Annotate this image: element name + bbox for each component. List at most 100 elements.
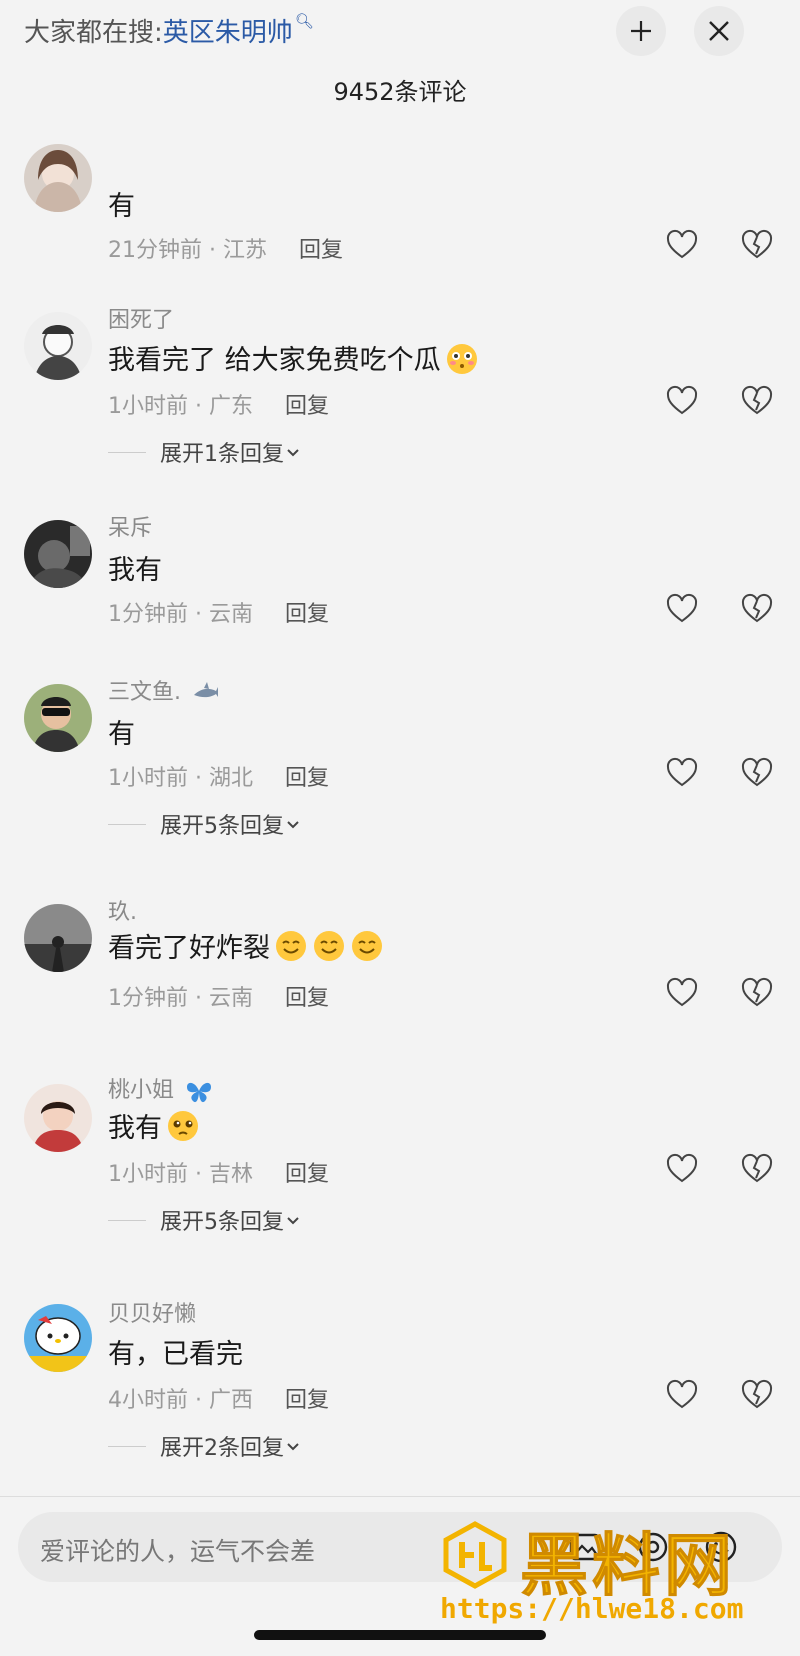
comment-item: 有 21分钟前 · 江苏 回复: [0, 140, 800, 270]
comment-text: 看完了好炸裂: [108, 926, 384, 965]
like-icon[interactable]: [665, 1152, 699, 1186]
smile-emoji-icon: [314, 930, 344, 961]
comment-time-location: 1小时前 · 湖北: [108, 766, 253, 791]
dislike-icon[interactable]: [740, 592, 774, 626]
like-icon[interactable]: [665, 228, 699, 262]
comment-time-location: 1分钟前 · 云南: [108, 602, 253, 627]
dislike-icon[interactable]: [740, 384, 774, 418]
flushed-emoji-icon: [446, 343, 477, 374]
comment-meta: 1分钟前 · 云南 回复: [108, 980, 329, 1012]
comment-time-location: 1分钟前 · 云南: [108, 986, 253, 1011]
username[interactable]: 三文鱼.: [108, 674, 220, 707]
comment-text-content: 看完了好炸裂: [108, 933, 270, 964]
expand-replies-label: 展开5条回复: [160, 814, 284, 839]
expand-replies-button[interactable]: 展开5条回复: [108, 808, 302, 840]
like-icon[interactable]: [665, 756, 699, 790]
comment-item: 桃小姐 我有 1小时前 · 吉林 回复 展开5条回复: [0, 1078, 800, 1284]
comment-text: 有: [108, 191, 135, 222]
avatar[interactable]: [24, 904, 92, 972]
smile-emoji-icon: [276, 930, 306, 961]
collapse-button[interactable]: [616, 6, 666, 56]
comment-meta: 1小时前 · 湖北 回复: [108, 760, 329, 792]
username[interactable]: 桃小姐: [108, 1072, 213, 1105]
watermark-logo-icon: [443, 1521, 507, 1589]
username-label: 三文鱼.: [108, 680, 181, 705]
expand-replies-button[interactable]: 展开5条回复: [108, 1204, 302, 1236]
trending-search-hint[interactable]: 大家都在搜:英区朱明帅 🔍︎: [24, 12, 314, 49]
comment-item: 困死了 我看完了 给大家免费吃个瓜 1小时前 · 广东 回复 展开1条回复: [0, 300, 800, 500]
chevron-down-icon: [287, 821, 299, 829]
reply-button[interactable]: 回复: [285, 766, 329, 791]
comment-meta: 1分钟前 · 云南 回复: [108, 596, 329, 628]
comment-item: 三文鱼. 有 1小时前 · 湖北 回复 展开5条回复: [0, 672, 800, 872]
expand-replies-label: 展开2条回复: [160, 1436, 284, 1461]
avatar[interactable]: [24, 144, 92, 212]
username[interactable]: 呆斥: [108, 510, 152, 542]
reply-button[interactable]: 回复: [285, 1388, 329, 1413]
trending-search-term[interactable]: 英区朱明帅: [163, 18, 293, 48]
expand-replies-label: 展开5条回复: [160, 1210, 284, 1235]
trending-search-prefix: 大家都在搜:: [24, 18, 163, 48]
username[interactable]: 困死了: [108, 302, 174, 334]
comment-meta: 1小时前 · 吉林 回复: [108, 1156, 329, 1188]
comment-time-location: 21分钟前 · 江苏: [108, 238, 267, 263]
comment-item: 贝贝好懒 有，已看完 4小时前 · 广西 回复 展开2条回复: [0, 1302, 800, 1490]
reply-button[interactable]: 回复: [285, 986, 329, 1011]
dislike-icon[interactable]: [740, 228, 774, 262]
shark-emoji-icon: [194, 682, 218, 698]
comment-time-location: 1小时前 · 吉林: [108, 1162, 253, 1187]
divider-line: [108, 451, 146, 453]
divider-line: [108, 823, 146, 825]
comment-item: 呆斥 我有 1分钟前 · 云南 回复: [0, 508, 800, 648]
username[interactable]: 玖.: [108, 894, 137, 926]
top-bar: 大家都在搜:英区朱明帅 🔍︎: [0, 0, 800, 60]
dislike-icon[interactable]: [740, 1378, 774, 1412]
divider-line: [108, 1219, 146, 1221]
comment-text-content: 我有: [108, 1113, 162, 1144]
comment-time-location: 4小时前 · 广西: [108, 1388, 253, 1413]
comment-text: 有，已看完: [108, 1339, 243, 1370]
username-label: 桃小姐: [108, 1078, 175, 1103]
reply-button[interactable]: 回复: [285, 1162, 329, 1187]
dislike-icon[interactable]: [740, 976, 774, 1010]
reply-button[interactable]: 回复: [299, 238, 343, 263]
like-icon[interactable]: [665, 1378, 699, 1412]
comment-text: 我看完了 给大家免费吃个瓜: [108, 338, 479, 377]
expand-replies-button[interactable]: 展开1条回复: [108, 436, 302, 468]
expand-replies-label: 展开1条回复: [160, 442, 284, 467]
avatar[interactable]: [24, 520, 92, 588]
avatar[interactable]: [24, 312, 92, 380]
comment-text-content: 我看完了 给大家免费吃个瓜: [108, 345, 441, 376]
comment-text: 有: [108, 719, 135, 750]
like-icon[interactable]: [665, 592, 699, 626]
close-button[interactable]: [694, 6, 744, 56]
pleading-emoji-icon: [168, 1110, 198, 1141]
comment-meta: 1小时前 · 广东 回复: [108, 388, 329, 420]
reply-button[interactable]: 回复: [285, 602, 329, 627]
like-icon[interactable]: [665, 384, 699, 418]
avatar[interactable]: [24, 684, 92, 752]
username[interactable]: 贝贝好懒: [108, 1296, 196, 1328]
dislike-icon[interactable]: [740, 756, 774, 790]
close-icon: [709, 21, 729, 41]
comment-meta: 4小时前 · 广西 回复: [108, 1382, 329, 1414]
comment-text: 我有: [108, 1106, 200, 1145]
comment-count-title: 9452条评论: [333, 78, 467, 106]
avatar[interactable]: [24, 1084, 92, 1152]
expand-replies-button[interactable]: 展开2条回复: [108, 1430, 302, 1462]
like-icon[interactable]: [665, 976, 699, 1010]
home-indicator[interactable]: [254, 1630, 546, 1640]
search-icon: 🔍︎: [294, 12, 314, 30]
chevron-down-icon: [287, 1217, 299, 1225]
comment-input-placeholder: 爱评论的人，运气不会差: [40, 1537, 316, 1566]
watermark-url: https://hlwe18.com: [440, 1592, 744, 1625]
collapse-icon: [631, 21, 651, 41]
chevron-down-icon: [287, 449, 299, 457]
comment-time-location: 1小时前 · 广东: [108, 394, 253, 419]
watermark: 黑料网 https://hlwe18.com: [440, 1510, 790, 1630]
smile-emoji-icon: [352, 930, 382, 961]
avatar[interactable]: [24, 1304, 92, 1372]
dislike-icon[interactable]: [740, 1152, 774, 1186]
reply-button[interactable]: 回复: [285, 394, 329, 419]
chevron-down-icon: [287, 1443, 299, 1451]
